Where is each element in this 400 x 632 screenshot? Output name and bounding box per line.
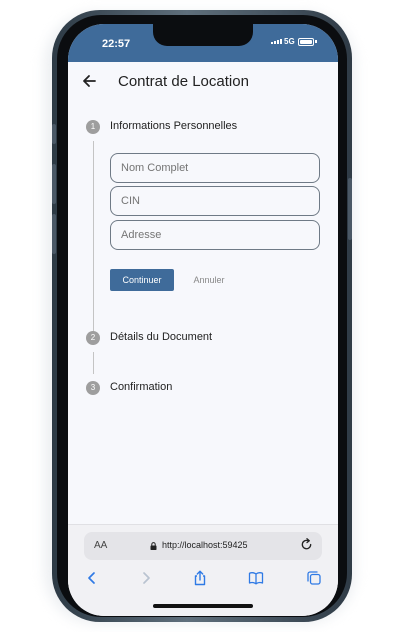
step-connector-1 — [92, 141, 94, 345]
cin-field[interactable] — [110, 186, 320, 216]
back-arrow-icon[interactable] — [80, 72, 98, 90]
status-time: 22:57 — [102, 38, 131, 50]
volume-down-button — [52, 214, 56, 254]
bookmarks-icon[interactable] — [248, 570, 264, 586]
battery-icon — [298, 38, 314, 46]
home-indicator — [153, 604, 253, 608]
battery-tip — [315, 40, 317, 43]
step-1-indicator: 1 — [86, 120, 100, 134]
status-bar: 22:57 5G — [68, 24, 338, 62]
step-2-label[interactable]: Détails du Document — [110, 331, 212, 343]
back-nav-icon[interactable] — [84, 570, 100, 586]
reload-icon[interactable] — [300, 538, 313, 551]
full-name-field[interactable] — [110, 153, 320, 183]
volume-up-button — [52, 164, 56, 204]
page-title: Contrat de Location — [118, 73, 249, 90]
phone-screen: 22:57 5G Contrat de Location 1 Informati… — [68, 24, 338, 616]
url-text[interactable]: http://localhost:59425 — [162, 540, 248, 550]
tabs-icon[interactable] — [306, 570, 322, 586]
cancel-button[interactable]: Annuler — [184, 269, 234, 291]
address-field[interactable] — [110, 220, 320, 250]
step-2-indicator: 2 — [86, 331, 100, 345]
network-label: 5G — [284, 37, 295, 46]
forward-nav-icon[interactable] — [138, 570, 154, 586]
app-bar: Contrat de Location — [68, 62, 338, 104]
continue-button[interactable]: Continuer — [110, 269, 174, 291]
step-3-indicator: 3 — [86, 381, 100, 395]
text-size-button[interactable]: AA — [94, 540, 107, 551]
step-connector-2 — [92, 352, 94, 374]
mute-switch — [52, 124, 56, 144]
step-3-label[interactable]: Confirmation — [110, 381, 172, 393]
signal-icon — [271, 39, 282, 44]
power-button — [348, 178, 352, 240]
notch — [153, 24, 253, 46]
lock-icon — [150, 542, 157, 550]
step-1-label[interactable]: Informations Personnelles — [110, 120, 237, 132]
share-icon[interactable] — [192, 570, 208, 586]
